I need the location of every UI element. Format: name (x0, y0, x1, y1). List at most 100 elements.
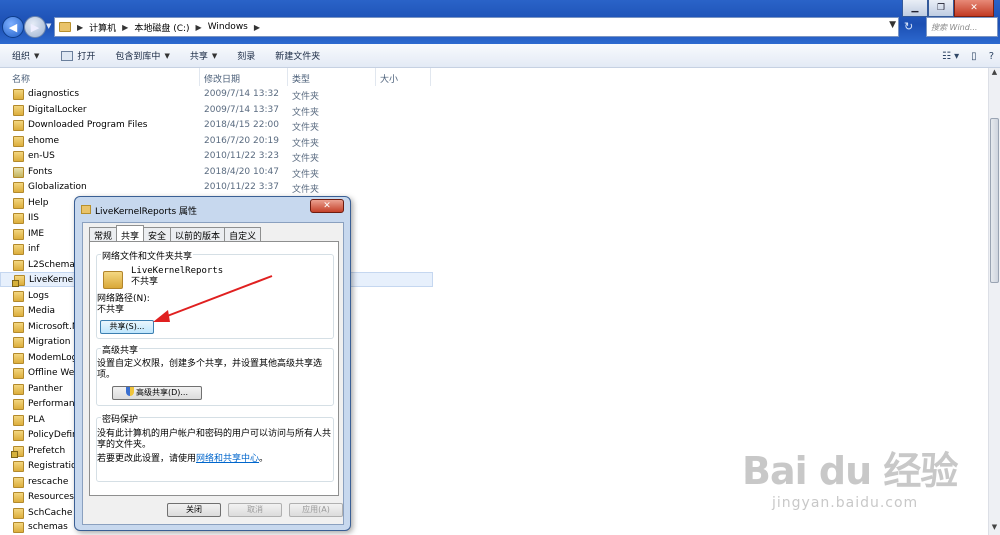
column-divider[interactable] (375, 68, 376, 86)
list-item[interactable]: Fonts 2018/4/20 10:47 文件夹 (0, 165, 988, 180)
advanced-sharing-button[interactable]: 高级共享(D)... (112, 386, 202, 400)
address-dropdown[interactable]: ▼ (889, 20, 896, 30)
arrow-head (153, 310, 170, 322)
chevron-right-icon[interactable]: ▶ (77, 23, 83, 32)
arrow-right-icon: ▶ (30, 20, 40, 34)
forward-button[interactable]: ▶ (24, 16, 46, 38)
include-in-library-label: 包含到库中 (115, 52, 161, 62)
include-in-library-menu[interactable]: 包含到库中 ▼ (109, 44, 175, 68)
folder-icon (13, 507, 24, 519)
caret-down-icon: ▼ (164, 51, 170, 60)
tab-customize[interactable]: 自定义 (224, 227, 262, 242)
advanced-sharing-label: 高级共享(D)... (135, 388, 189, 397)
breadcrumb-computer[interactable]: 计算机 (89, 21, 116, 34)
caret-down-icon: ▼ (211, 51, 218, 60)
watermark-site: jingyan.baidu.com (772, 495, 919, 511)
share-label: 共享 (189, 52, 208, 62)
folder-icon (13, 414, 24, 426)
folder-icon (13, 120, 24, 131)
folder-icon (13, 383, 24, 395)
folder-icon (13, 259, 24, 271)
list-item[interactable]: Downloaded Program Files 2018/4/15 22:00 文… (0, 118, 988, 133)
refresh-button[interactable]: ↻ (904, 20, 913, 33)
column-header-name[interactable]: 名称 (12, 72, 30, 85)
tab-sharing[interactable]: 共享 (116, 225, 145, 242)
recent-pages-dropdown[interactable]: ▼ (46, 22, 51, 30)
share-button[interactable]: 共享(S)... (100, 320, 154, 334)
folder-icon (13, 182, 24, 193)
folder-icon (13, 151, 24, 162)
organize-menu[interactable]: 组织 ▼ (6, 44, 45, 68)
folder-icon (13, 522, 24, 533)
group-label: 密码保护 (101, 412, 140, 425)
column-divider[interactable] (199, 68, 200, 86)
address-bar[interactable]: ▶ 计算机 ▶ 本地磁盘 (C:) ▶ Windows ▶ ▼ (54, 17, 899, 37)
share-menu[interactable]: 共享 ▼ (184, 44, 223, 68)
scroll-down-button[interactable]: ▼ (989, 523, 1000, 535)
dialog-title: LiveKernelReports 属性 (95, 207, 198, 217)
burn-button[interactable]: 刻录 (231, 44, 261, 68)
list-item[interactable]: ehome 2016/7/20 20:19 文件夹 (0, 134, 988, 149)
folder-icon (13, 321, 24, 333)
annotation-arrow (153, 275, 273, 322)
back-button[interactable]: ◀ (2, 16, 24, 38)
vertical-scrollbar[interactable]: ▲ ▼ (988, 68, 1000, 535)
cancel-button[interactable]: 取消 (228, 503, 282, 517)
uac-shield-icon (125, 387, 134, 396)
folder-icon (13, 89, 24, 100)
apply-button[interactable]: 应用(A) (289, 503, 343, 517)
folder-icon (13, 476, 24, 488)
password-description: 没有此计算机的用户帐户和密码的用户可以访问与所有人共享的文件夹。 (97, 429, 332, 450)
folder-icon (103, 271, 123, 289)
new-folder-button[interactable]: 新建文件夹 (269, 44, 326, 68)
watermark-logo: Bai du 经验 (742, 449, 958, 493)
network-sharing-center-link[interactable]: 网络和共享中心 (196, 454, 259, 464)
folder-icon (13, 104, 24, 116)
view-options-icon[interactable]: ☷ ▾ (942, 51, 959, 62)
folder-icon (13, 461, 24, 472)
column-header-type[interactable]: 类型 (292, 72, 310, 85)
breadcrumb-local-disk[interactable]: 本地磁盘 (C:) (134, 21, 189, 34)
burn-label: 刻录 (237, 52, 256, 62)
tab-security[interactable]: 安全 (143, 227, 172, 242)
dialog-close-button[interactable]: ✕ (310, 199, 344, 213)
close-button[interactable]: 关闭 (167, 503, 221, 517)
list-item[interactable]: Globalization 2010/11/22 3:37 文件夹 (0, 180, 988, 195)
list-item[interactable]: en-US 2010/11/22 3:23 文件夹 (0, 149, 988, 164)
folder-icon (13, 290, 24, 302)
scroll-up-button[interactable]: ▲ (989, 68, 1000, 80)
list-item[interactable]: DigitalLocker 2009/7/14 13:37 文件夹 (0, 103, 988, 118)
window-titlebar: ▁ ❐ ✕ ◀ ▶ ▼ ▶ 计算机 ▶ 本地磁盘 (C:) ▶ Windows … (0, 0, 1000, 44)
list-item[interactable]: diagnostics 2009/7/14 13:32 文件夹 (0, 87, 988, 102)
tab-previous-versions[interactable]: 以前的版本 (170, 227, 226, 242)
navigation-bar: ◀ ▶ ▼ ▶ 计算机 ▶ 本地磁盘 (C:) ▶ Windows ▶ ▼ ↻ … (0, 14, 1000, 42)
column-divider[interactable] (287, 68, 288, 86)
command-toolbar: 组织 ▼ 打开 包含到库中 ▼ 共享 ▼ 刻录 新建文件夹 ☷ ▾ ▯ ? (0, 44, 1000, 68)
scroll-thumb[interactable] (990, 118, 999, 283)
search-input[interactable]: 搜索 Wind... (926, 17, 998, 37)
chevron-right-icon[interactable]: ▶ (122, 23, 128, 32)
open-button[interactable]: 打开 (55, 44, 101, 68)
column-header-date[interactable]: 修改日期 (204, 72, 240, 85)
dialog-tabs: 常规 共享 安全 以前的版本 自定义 (89, 225, 262, 242)
chevron-right-icon[interactable]: ▶ (196, 23, 202, 32)
fonts-folder-icon (13, 166, 24, 178)
breadcrumb-windows[interactable]: Windows (208, 22, 248, 32)
folder-icon (59, 22, 71, 32)
arrow-shaft (161, 275, 273, 319)
column-header-size[interactable]: 大小 (380, 72, 398, 85)
folder-icon (13, 337, 24, 348)
folder-icon (13, 244, 24, 255)
tab-general[interactable]: 常规 (89, 227, 118, 242)
locked-folder-icon (11, 445, 24, 458)
view-controls: ☷ ▾ ▯ ? (942, 44, 994, 68)
password-protection-group: 密码保护 没有此计算机的用户帐户和密码的用户可以访问与所有人共享的文件夹。 若要… (96, 412, 334, 482)
folder-icon (13, 352, 24, 364)
chevron-right-icon[interactable]: ▶ (254, 23, 260, 32)
help-icon[interactable]: ? (989, 51, 994, 62)
column-divider[interactable] (430, 68, 431, 86)
advanced-description: 设置自定义权限，创建多个共享，并设置其他高级共享选项。 (97, 359, 323, 380)
preview-pane-icon[interactable]: ▯ (971, 51, 977, 62)
locked-folder-icon (12, 275, 25, 287)
organize-label: 组织 (12, 52, 31, 62)
